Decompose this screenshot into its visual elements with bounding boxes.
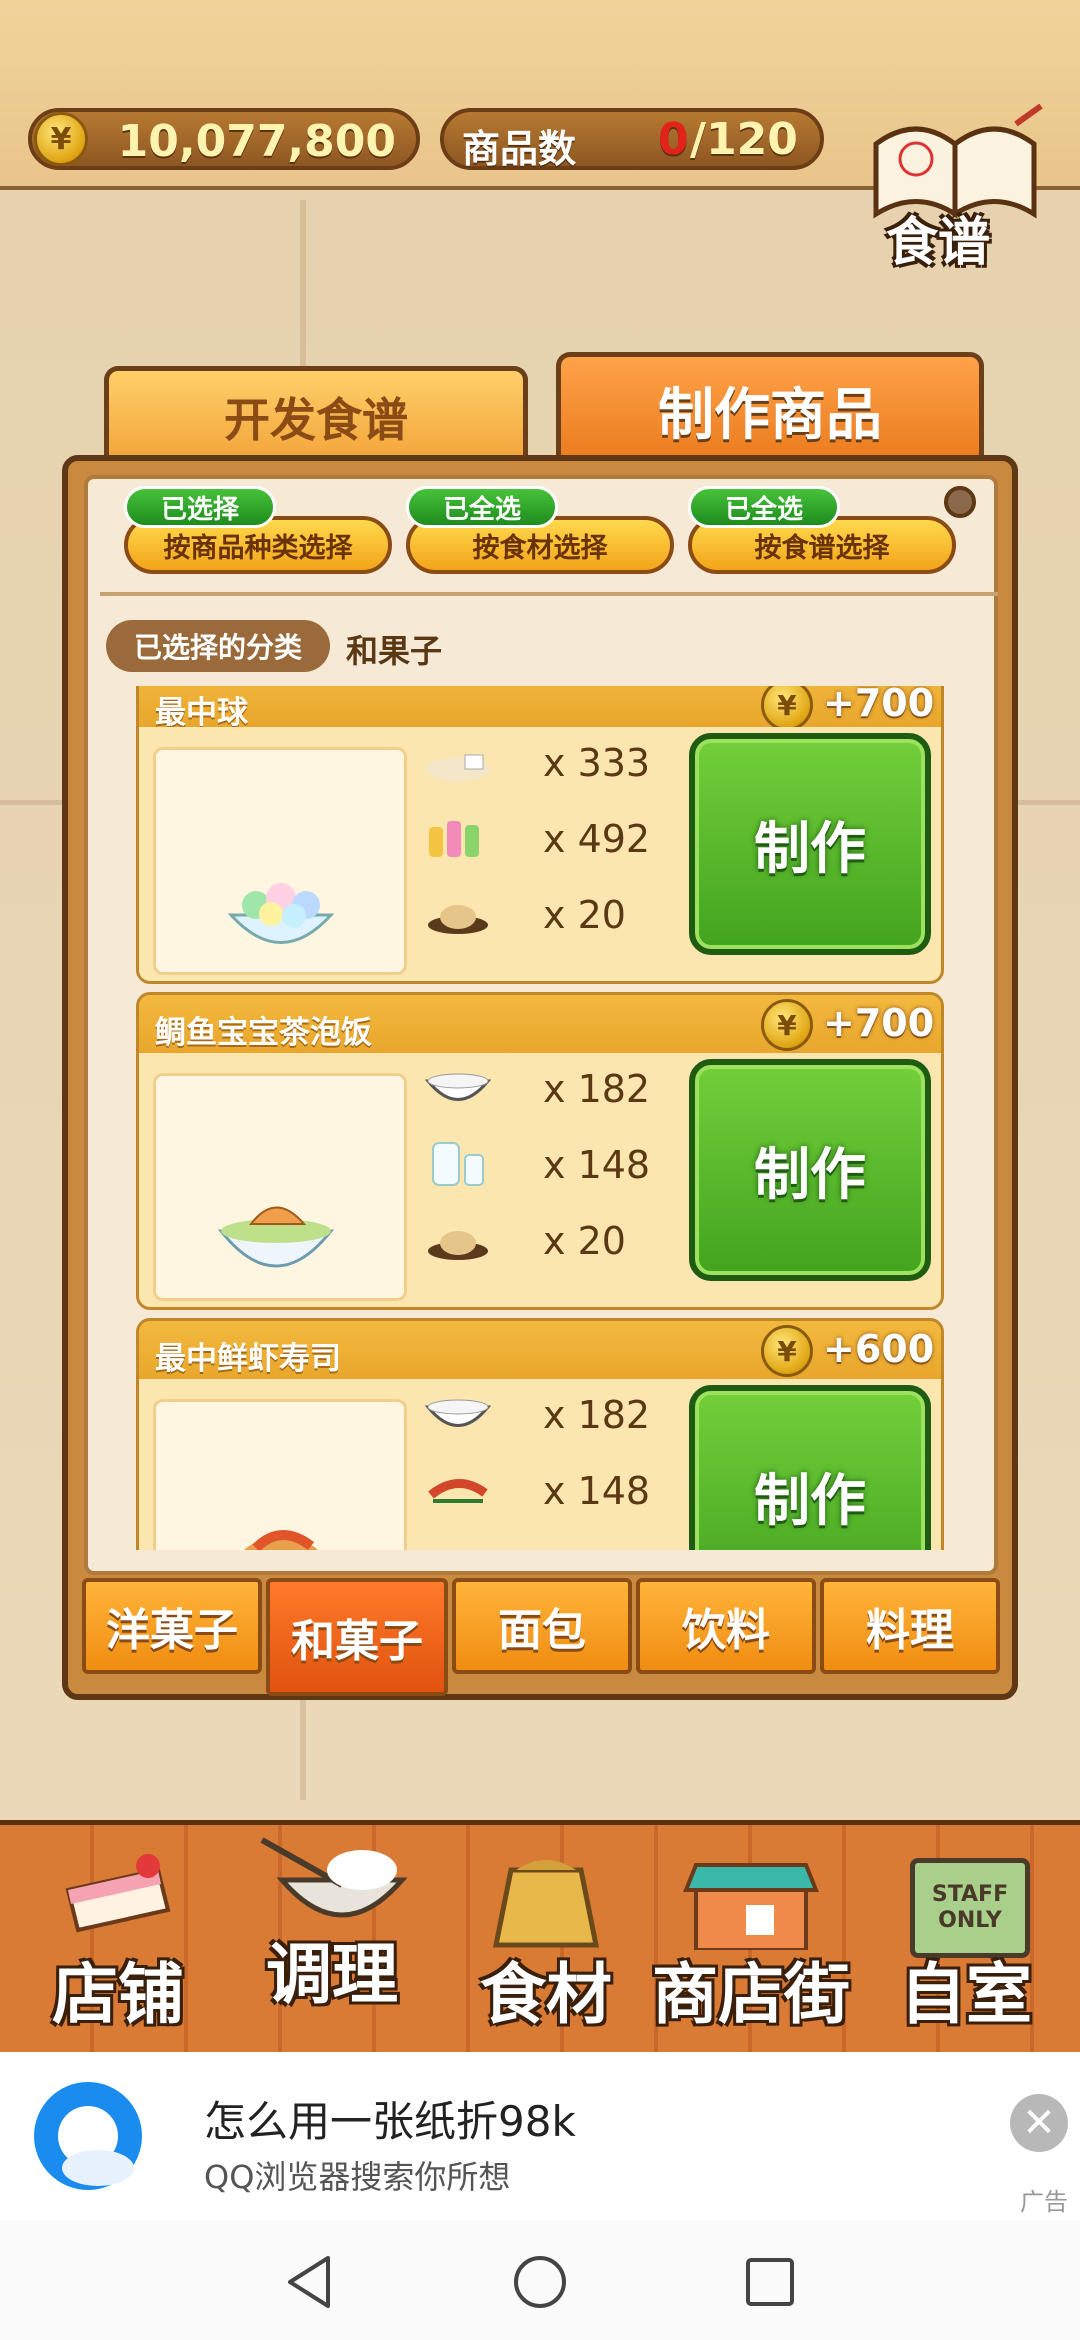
back-icon[interactable] [284, 2254, 336, 2310]
product-card: 鲷鱼宝宝茶泡饭 ¥ +700 x 182 x 148 x 20 制作 [136, 992, 944, 1310]
money-amount: 10,077,800 [117, 116, 396, 167]
dessert-bowl-icon [227, 883, 335, 944]
make-button[interactable]: 制作 [689, 1059, 931, 1281]
divider [100, 592, 998, 596]
home-icon[interactable] [512, 2254, 568, 2310]
product-reward: +600 [823, 1327, 935, 1371]
system-navigation-bar [0, 2220, 1080, 2340]
ingredient-quantity: x 492 [543, 817, 651, 861]
recipe-book-label: 食谱 [886, 213, 991, 273]
nav-my-room-label: 自室 [900, 1956, 1032, 2033]
ingredient-quantity: x 148 [543, 1143, 651, 1187]
ad-title: 怎么用一张纸折98k [204, 2097, 576, 2146]
coin-icon: ¥ [34, 112, 88, 166]
flour-sack-icon [492, 1860, 600, 1948]
bean-paste-icon [428, 905, 488, 934]
item-count-label: 商品数 [462, 127, 577, 171]
product-card: 最中球 ¥ +700 x 333 x 492 x 20 制作 [136, 686, 944, 984]
ingredient-quantity: x 20 [543, 1219, 626, 1263]
bean-paste-icon [428, 1231, 488, 1260]
product-image [153, 747, 407, 975]
selected-category-value: 和果子 [346, 632, 443, 670]
item-count-display: 商品数 0 /120 [440, 108, 824, 171]
category-tab-cuisine[interactable]: 料理 [820, 1578, 1000, 1674]
flour-icon [426, 754, 490, 781]
category-tab-bread[interactable]: 面包 [452, 1578, 632, 1674]
bottles-icon [429, 821, 479, 857]
nav-ingredients-label: 食材 [480, 1956, 612, 2033]
ad-subtitle: QQ浏览器搜索你所想 [204, 2158, 511, 2196]
product-card-body: x 333 x 492 x 20 制作 [139, 727, 941, 981]
nav-store-label: 店铺 [52, 1956, 184, 2033]
product-reward: +700 [823, 1001, 935, 1045]
filter-status-badge: 已全选 [406, 486, 558, 528]
product-name: 最中球 [155, 695, 248, 731]
category-tab-western-sweets[interactable]: 洋菓子 [82, 1578, 262, 1674]
category-tab-drinks[interactable]: 饮料 [636, 1578, 816, 1674]
recents-icon[interactable] [744, 2256, 796, 2308]
shrimp-sushi-icon [244, 1530, 318, 1550]
recipe-book-button[interactable]: 食谱 [866, 103, 1044, 273]
milk-jug-icon [432, 1142, 484, 1186]
item-count-current: 0 [658, 114, 689, 165]
shrimp-icon [428, 1479, 488, 1503]
coin-icon: ¥ [761, 1325, 813, 1377]
qq-browser-icon [34, 2082, 142, 2190]
make-button[interactable]: 制作 [689, 733, 931, 955]
product-image [153, 1399, 407, 1550]
product-card: 最中鲜虾寿司 ¥ +600 x 182 x 148 制作 [136, 1318, 944, 1550]
close-icon[interactable]: ✕ [1010, 2094, 1068, 2152]
product-card-body: x 182 x 148 制作 [139, 1379, 941, 1550]
shop-icon [683, 1863, 819, 1950]
tea-rice-bowl-icon [217, 1206, 335, 1268]
rivet-icon [944, 486, 976, 518]
make-button[interactable]: 制作 [689, 1385, 931, 1550]
ad-tag: 广告 [1020, 2188, 1068, 2216]
product-card-body: x 182 x 148 x 20 制作 [139, 1053, 941, 1307]
coin-icon: ¥ [761, 999, 813, 1051]
category-tab-japanese-sweets[interactable]: 和菓子 [266, 1578, 448, 1696]
product-card-header [139, 686, 941, 727]
nav-cooking-label: 调理 [266, 1936, 398, 2013]
tab-develop-recipe[interactable]: 开发食谱 [104, 366, 528, 462]
nav-shopping-street-label: 商店街 [652, 1956, 850, 2033]
rice-bowl-icon [424, 1073, 492, 1101]
tab-make-product[interactable]: 制作商品 [556, 352, 984, 464]
nav-cooking[interactable]: 调理 [232, 1830, 432, 2045]
ad-banner[interactable]: 怎么用一张纸折98k QQ浏览器搜索你所想 ✕ 广告 [0, 2052, 1080, 2220]
ingredient-quantity: x 333 [543, 741, 651, 785]
cake-icon [65, 1854, 171, 1933]
product-name: 最中鲜虾寿司 [155, 1341, 341, 1377]
product-image [153, 1073, 407, 1301]
item-count-max: /120 [690, 114, 798, 165]
product-list[interactable]: 最中球 ¥ +700 x 333 x 492 x 20 制作 鲷鱼宝宝茶泡饭 ¥… [100, 686, 982, 1550]
ingredient-quantity: x 148 [543, 1469, 651, 1513]
ingredient-quantity: x 182 [543, 1067, 651, 1111]
nav-shopping-street[interactable]: 商店街 [646, 1830, 856, 2045]
ingredient-quantity: x 182 [543, 1393, 651, 1437]
ingredient-quantity: x 20 [543, 893, 626, 937]
nav-store[interactable]: 店铺 [18, 1830, 218, 2045]
product-name: 鲷鱼宝宝茶泡饭 [155, 1015, 372, 1051]
filter-status-badge: 已全选 [688, 486, 840, 528]
rice-bowl-icon [424, 1399, 492, 1427]
filter-status-badge: 已选择 [124, 486, 276, 528]
product-reward: +700 [823, 686, 935, 725]
nav-my-room[interactable]: STAFF ONLY 自室 [866, 1830, 1066, 2045]
nav-ingredients[interactable]: 食材 [446, 1830, 646, 2045]
selected-category-label: 已选择的分类 [106, 620, 330, 672]
money-display: ¥ 10,077,800 [28, 108, 420, 170]
